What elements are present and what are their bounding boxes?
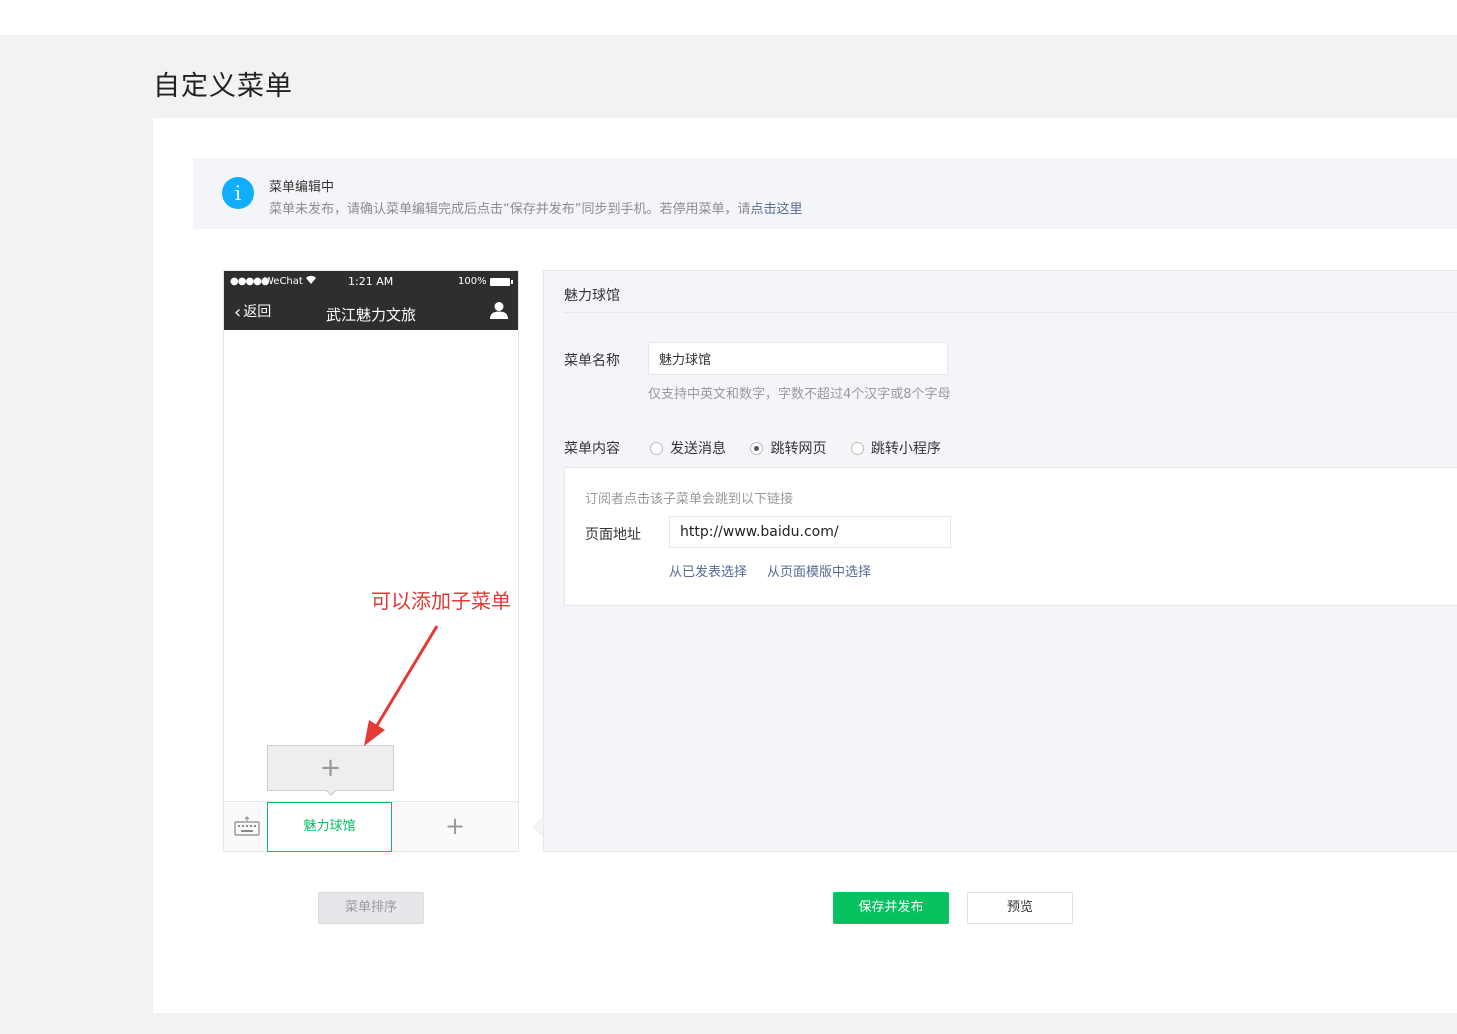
- menu-content-label: 菜单内容: [564, 441, 620, 457]
- radio-icon: [650, 442, 663, 455]
- page-url-input[interactable]: [669, 516, 951, 548]
- menu-bar: 魅力球馆 +: [224, 801, 518, 852]
- phone-header: ●●●●● WeChat 1:21 AM 100% ‹ 返回 武江魅力文旅: [224, 271, 518, 330]
- save-publish-button[interactable]: 保存并发布: [833, 892, 949, 924]
- radio-send-message[interactable]: 发送消息: [650, 438, 726, 458]
- editor-title: 魅力球馆: [564, 288, 620, 304]
- menu-name-label: 菜单名称: [564, 353, 620, 369]
- notice-desc: 菜单未发布，请确认菜单编辑完成后点击“保存并发布”同步到手机。若停用菜单，请点击…: [269, 198, 803, 217]
- keyboard-icon[interactable]: [234, 816, 260, 836]
- url-desc: 订阅者点击该子菜单会跳到以下链接: [585, 492, 794, 507]
- top-bar: [0, 0, 1457, 35]
- select-published-link[interactable]: 从已发表选择: [669, 561, 747, 580]
- phone-preview: ●●●●● WeChat 1:21 AM 100% ‹返回 武江魅力文旅 +: [223, 270, 519, 852]
- disable-menu-link[interactable]: 点击这里: [750, 202, 802, 217]
- radio-jump-miniprogram[interactable]: 跳转小程序: [850, 438, 941, 458]
- annotation-arrow-icon: [364, 625, 439, 746]
- radio-jump-webpage[interactable]: 跳转网页: [750, 438, 826, 458]
- select-template-link[interactable]: 从页面模版中选择: [767, 561, 871, 580]
- carrier-name: WeChat: [264, 276, 303, 287]
- submenu-pointer: [325, 789, 337, 796]
- radio-label: 跳转小程序: [870, 441, 941, 457]
- url-config-box: 订阅者点击该子菜单会跳到以下链接 页面地址 从已发表选择 从页面模版中选择: [564, 467, 1457, 606]
- radio-label: 跳转网页: [770, 441, 827, 457]
- account-name: 武江魅力文旅: [325, 306, 416, 324]
- notice-banner: i 菜单编辑中 菜单未发布，请确认菜单编辑完成后点击“保存并发布”同步到手机。若…: [193, 158, 1457, 229]
- menu-editor-panel: 魅力球馆 菜单名称 仅支持中英文和数字，字数不超过4个汉字或8个字母 菜单内容 …: [543, 270, 1457, 852]
- radio-icon: [850, 442, 864, 455]
- user-icon[interactable]: [490, 301, 508, 319]
- menu-item-active[interactable]: 魅力球馆: [267, 802, 392, 852]
- editor-pointer: [533, 817, 543, 837]
- preview-button[interactable]: 预览: [967, 892, 1073, 924]
- page-url-label: 页面地址: [585, 527, 641, 543]
- info-icon: i: [222, 177, 254, 209]
- status-bar: ●●●●● WeChat 1:21 AM 100%: [224, 271, 518, 291]
- radio-label: 发送消息: [670, 441, 726, 457]
- menu-content-radio-group: 发送消息 跳转网页 跳转小程序: [650, 438, 961, 458]
- menu-name-hint: 仅支持中英文和数字，字数不超过4个汉字或8个字母: [648, 387, 951, 402]
- annotation-text: 可以添加子菜单: [371, 589, 511, 613]
- add-submenu-button[interactable]: +: [267, 745, 394, 791]
- signal-icon: ●●●●●: [230, 276, 270, 287]
- page-title: 自定义菜单: [153, 71, 293, 102]
- status-time: 1:21 AM: [348, 275, 394, 288]
- divider: [564, 312, 1457, 313]
- wifi-icon: [305, 275, 317, 288]
- menu-name-input[interactable]: [648, 342, 948, 375]
- menu-sort-button[interactable]: 菜单排序: [318, 892, 424, 924]
- radio-checked-icon: [750, 442, 764, 455]
- notice-desc-text: 菜单未发布，请确认菜单编辑完成后点击“保存并发布”同步到手机。若停用菜单，请: [269, 202, 751, 217]
- notice-title: 菜单编辑中: [269, 180, 335, 195]
- add-menu-button[interactable]: +: [392, 802, 518, 852]
- battery-icon: [490, 278, 513, 286]
- battery-percent: 100%: [458, 276, 487, 287]
